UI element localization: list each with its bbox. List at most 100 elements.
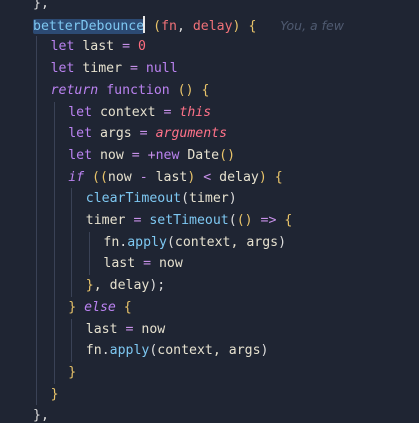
code-line[interactable]: let timer = null — [0, 58, 419, 80]
code-token: () — [219, 147, 236, 163]
code-token: fn — [85, 343, 102, 359]
code-token: ) — [228, 191, 237, 207]
code-line[interactable]: let last = 0 — [0, 36, 419, 58]
code-token: last — [147, 169, 188, 185]
code-token: ( — [153, 18, 162, 34]
code-token: context — [92, 104, 164, 120]
code-token: delay — [211, 169, 259, 185]
code-token: { — [240, 18, 257, 34]
code-token: = — [139, 126, 148, 142]
code-line[interactable]: last = now — [0, 319, 419, 341]
code-token: ) — [232, 18, 241, 34]
code-token: timer — [85, 213, 134, 228]
git-blame-annotation: You, a few — [256, 17, 344, 33]
code-token: function — [106, 82, 170, 98]
code-token: return — [50, 82, 99, 98]
code-token: if — [68, 169, 85, 185]
code-token: , delay — [93, 278, 150, 294]
code-token: last — [103, 256, 144, 272]
code-token: let — [68, 147, 93, 163]
code-token: arguments — [155, 126, 228, 142]
code-token: , — [176, 18, 193, 34]
code-token: timer — [74, 61, 130, 77]
code-line[interactable]: } else { — [0, 297, 419, 319]
code-token: + — [147, 147, 156, 163]
code-token: fn — [161, 18, 177, 34]
code-token: ); — [149, 278, 166, 294]
code-token: < — [203, 169, 212, 185]
code-token: (( — [92, 169, 108, 185]
code-line[interactable]: if ((now - last) < delay) { — [0, 167, 419, 189]
code-token: }, — [33, 0, 49, 11]
code-token: let — [50, 61, 75, 77]
code-token: = — [131, 147, 140, 163]
code-line[interactable]: return function () { — [0, 80, 419, 102]
code-line[interactable]: } — [0, 362, 419, 384]
code-token: last — [85, 321, 126, 337]
code-line[interactable]: clearTimeout(timer) — [0, 188, 419, 210]
code-token: this — [179, 104, 212, 120]
code-token: . — [101, 343, 110, 359]
code-line[interactable]: let context = this — [0, 102, 419, 124]
code-token: let — [68, 126, 93, 142]
code-token: now — [92, 147, 132, 163]
code-line[interactable]: betterDebounce (fn, delay) { You, a few — [0, 15, 419, 37]
code-token: ( — [181, 191, 190, 207]
code-token: betterDebounce — [33, 18, 145, 34]
code-token: - — [139, 169, 148, 185]
code-token: last — [74, 39, 123, 55]
code-token: { — [193, 82, 210, 98]
code-token: now — [107, 169, 140, 185]
code-token: delay — [192, 18, 233, 34]
code-token: => — [260, 213, 277, 228]
code-token: { — [115, 299, 132, 315]
code-line[interactable]: let now = +new Date() — [0, 145, 419, 167]
code-token: () — [177, 82, 194, 98]
code-token: args — [92, 126, 140, 142]
code-token: context, args — [174, 234, 279, 250]
code-token: ) — [260, 343, 269, 359]
code-line[interactable]: }, — [0, 0, 419, 15]
code-token: fn — [103, 234, 120, 250]
code-line[interactable]: }, delay); — [0, 275, 419, 297]
code-token: setTimeout — [149, 213, 229, 228]
code-token: let — [50, 39, 75, 55]
code-token: else — [84, 299, 116, 315]
code-line[interactable]: let args = arguments — [0, 123, 419, 145]
code-token: now — [151, 256, 183, 272]
code-token: } — [68, 364, 77, 380]
code-line[interactable]: timer = setTimeout(() => { — [0, 210, 419, 232]
code-token: apply — [127, 234, 167, 250]
code-token: } — [50, 386, 59, 402]
code-token: Date — [187, 147, 220, 163]
code-line[interactable]: fn.apply(context, args) — [0, 232, 419, 254]
code-token: null — [145, 61, 178, 77]
code-token: ( — [228, 213, 237, 228]
code-token: ( — [166, 234, 175, 250]
code-token: timer — [189, 191, 229, 207]
code-line[interactable]: } — [0, 384, 419, 406]
code-token: { — [266, 169, 283, 185]
code-token: clearTimeout — [85, 191, 182, 207]
code-token: { — [276, 213, 293, 228]
code-token: } — [68, 299, 77, 315]
code-token: ) — [258, 169, 267, 185]
code-token: = — [122, 39, 131, 55]
code-token: }, — [33, 408, 49, 423]
code-editor[interactable]: }, betterDebounce (fn, delay) { You, a fe… — [0, 0, 419, 423]
code-line[interactable]: fn.apply(context, args) — [0, 340, 419, 362]
code-line[interactable]: last = now — [0, 253, 419, 275]
code-token: () — [236, 213, 253, 228]
code-line[interactable]: }, — [0, 405, 419, 423]
code-token: new — [155, 147, 180, 163]
code-token: 0 — [137, 39, 146, 55]
